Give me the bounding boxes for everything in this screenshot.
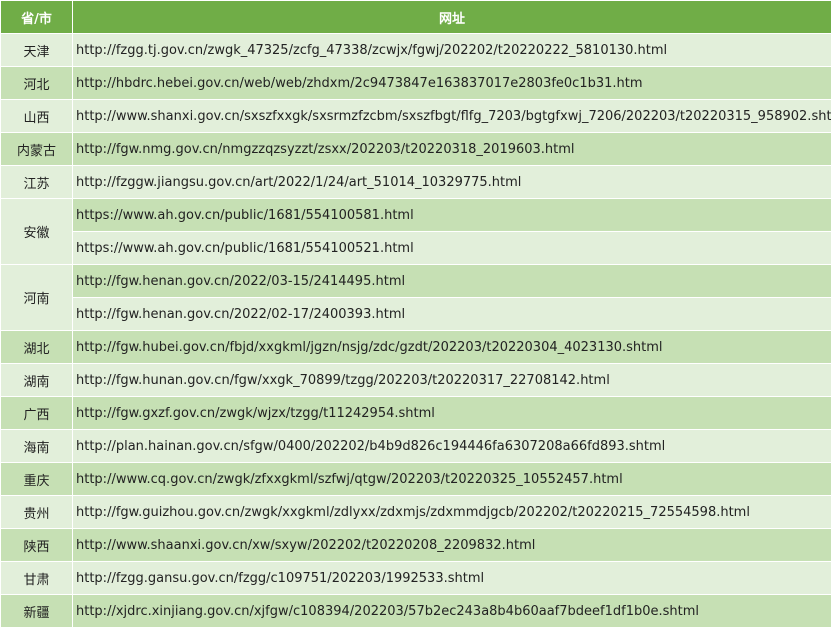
table-row: https://www.ah.gov.cn/public/1681/554100… [1,231,831,265]
url-cell[interactable]: https://www.ah.gov.cn/public/1681/554100… [72,231,831,265]
url-cell[interactable]: http://fzggw.jiangsu.gov.cn/art/2022/1/2… [72,165,831,199]
table-row: 甘肃 http://fzgg.gansu.gov.cn/fzgg/c109751/… [0,561,831,595]
province-cell: 重庆 [0,462,73,496]
table-row: 湖南 http://fgw.hunan.gov.cn/fgw/xxgk_70899… [0,363,831,397]
url-cell[interactable]: http://xjdrc.xinjiang.gov.cn/xjfgw/c1083… [72,594,831,628]
url-cell[interactable]: http://fgw.hubei.gov.cn/fbjd/xxgkml/jgzn… [72,330,831,364]
url-cell[interactable]: http://fgw.henan.gov.cn/2022/03-15/24144… [72,264,831,298]
province-column-header: 省/市 [0,0,73,34]
url-cell[interactable]: http://fgw.gxzf.gov.cn/zwgk/wjzx/tzgg/t1… [72,396,831,430]
province-url-table: 省/市 网址 天津 http://fzgg.tj.gov.cn/zwgk_4732… [0,0,831,628]
table-row: 贵州 http://fgw.guizhou.gov.cn/zwgk/xxgkml/… [0,495,831,529]
province-cell: 海南 [0,429,73,463]
province-cell: 河北 [0,66,73,100]
province-cell: 安徽 [0,198,73,265]
url-cell[interactable]: http://fzgg.gansu.gov.cn/fzgg/c109751/20… [72,561,831,595]
province-cell: 湖南 [0,363,73,397]
province-cell: 广西 [0,396,73,430]
url-cell[interactable]: http://fgw.henan.gov.cn/2022/02-17/24003… [72,297,831,331]
url-cell[interactable]: http://fgw.hunan.gov.cn/fgw/xxgk_70899/t… [72,363,831,397]
table-row: 河北 http://hbdrc.hebei.gov.cn/web/web/zhdx… [0,66,831,100]
url-cell[interactable]: http://www.shaanxi.gov.cn/xw/sxyw/202202… [72,528,831,562]
province-cell: 山西 [0,99,73,133]
url-column-header: 网址 [72,0,831,34]
url-cell[interactable]: http://fgw.guizhou.gov.cn/zwgk/xxgkml/zd… [72,495,831,529]
table-row: 河南 http://fgw.henan.gov.cn/2022/03-15/241… [0,264,831,331]
url-cell[interactable]: http://hbdrc.hebei.gov.cn/web/web/zhdxm/… [72,66,831,100]
table-row: 陕西 http://www.shaanxi.gov.cn/xw/sxyw/2022… [0,528,831,562]
table-row: 重庆 http://www.cq.gov.cn/zwgk/zfxxgkml/szf… [0,462,831,496]
province-cell: 新疆 [0,594,73,628]
province-cell: 甘肃 [0,561,73,595]
table-row: 江苏 http://fzggw.jiangsu.gov.cn/art/2022/1… [0,165,831,199]
province-cell: 河南 [0,264,73,331]
table-row: 湖北 http://fgw.hubei.gov.cn/fbjd/xxgkml/jg… [0,330,831,364]
province-cell: 江苏 [0,165,73,199]
province-cell: 天津 [0,33,73,67]
table-row: 山西 http://www.shanxi.gov.cn/sxszfxxgk/sxs… [0,99,831,133]
url-cell[interactable]: https://www.ah.gov.cn/public/1681/554100… [72,198,831,232]
province-cell: 湖北 [0,330,73,364]
header-row: 省/市 网址 [0,0,831,34]
url-cell[interactable]: http://www.shanxi.gov.cn/sxszfxxgk/sxsrm… [72,99,831,133]
url-cell[interactable]: http://plan.hainan.gov.cn/sfgw/0400/2022… [72,429,831,463]
table-body: 天津 http://fzgg.tj.gov.cn/zwgk_47325/zcfg_… [0,33,831,628]
url-cell[interactable]: http://www.cq.gov.cn/zwgk/zfxxgkml/szfwj… [72,462,831,496]
province-cell: 贵州 [0,495,73,529]
table-row: 海南 http://plan.hainan.gov.cn/sfgw/0400/20… [0,429,831,463]
province-cell: 陕西 [0,528,73,562]
province-cell: 内蒙古 [0,132,73,166]
url-cell[interactable]: http://fgw.nmg.gov.cn/nmgzzqzsyzzt/zsxx/… [72,132,831,166]
table-row: 内蒙古 http://fgw.nmg.gov.cn/nmgzzqzsyzzt/zs… [0,132,831,166]
table-row: 安徽 https://www.ah.gov.cn/public/1681/5541… [0,198,831,265]
table-row: 广西 http://fgw.gxzf.gov.cn/zwgk/wjzx/tzgg/… [0,396,831,430]
table-row: 新疆 http://xjdrc.xinjiang.gov.cn/xjfgw/c10… [0,594,831,628]
table-row: http://fgw.henan.gov.cn/2022/02-17/24003… [1,297,831,331]
table-row: 天津 http://fzgg.tj.gov.cn/zwgk_47325/zcfg_… [0,33,831,67]
url-cell[interactable]: http://fzgg.tj.gov.cn/zwgk_47325/zcfg_47… [72,33,831,67]
